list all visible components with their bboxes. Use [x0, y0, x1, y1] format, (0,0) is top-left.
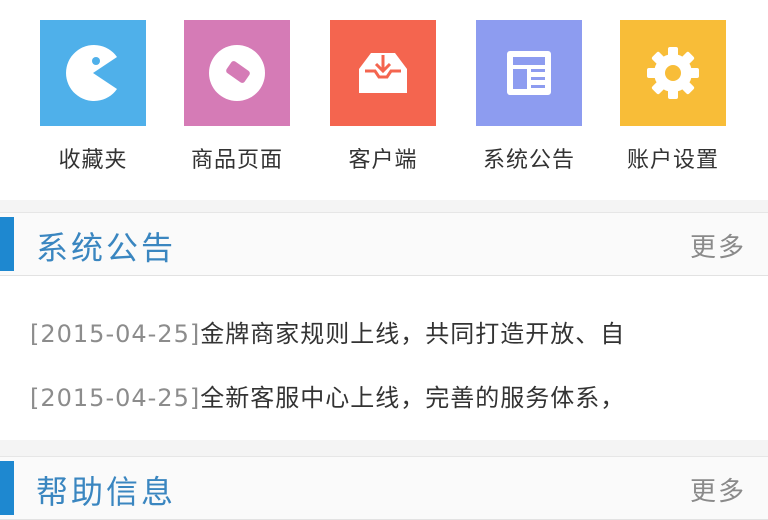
product-page-tile[interactable] [184, 20, 290, 126]
shortcut-grid: 收藏夹 商品页面 客户端 系统公告 账户设置 [0, 0, 768, 200]
announcements-header: 系统公告 更多 [0, 212, 768, 276]
shortcut-label-account-settings: 账户设置 [626, 148, 719, 173]
announcement-title: 金牌商家规则上线，共同打造开放、自 [200, 320, 626, 348]
favorites-tile[interactable] [40, 20, 146, 126]
announcements-title: 系统公告 [36, 229, 177, 267]
help-more-link[interactable]: 更多 [690, 471, 746, 508]
announcement-title: 全新客服中心上线，完善的服务体系， [200, 384, 626, 412]
announcement-list: [2015-04-25]金牌商家规则上线，共同打造开放、自 [2015-04-2… [0, 276, 768, 440]
announcements-more-link[interactable]: 更多 [690, 227, 746, 264]
help-title: 帮助信息 [36, 473, 177, 511]
account-settings-tile[interactable] [620, 20, 726, 126]
help-header: 帮助信息 更多 [0, 456, 768, 520]
section-accent-bar [0, 461, 14, 515]
shortcut-label-system-notice: 系统公告 [482, 148, 575, 173]
newspaper-icon [507, 51, 551, 95]
client-tile[interactable] [330, 20, 436, 126]
shortcut-label-product-page: 商品页面 [190, 148, 283, 173]
section-accent-bar [0, 217, 14, 271]
download-tray-icon [359, 53, 407, 93]
section-divider [0, 440, 768, 456]
tag-icon [209, 45, 265, 101]
list-item[interactable]: [2015-04-25]金牌商家规则上线，共同打造开放、自 [30, 314, 625, 350]
shortcut-label-client: 客户端 [348, 148, 418, 173]
section-divider [0, 200, 768, 212]
pacman-icon [66, 45, 117, 101]
gear-icon [647, 47, 699, 99]
announcement-date: [2015-04-25] [30, 320, 201, 348]
announcement-date: [2015-04-25] [30, 384, 201, 412]
system-notice-tile[interactable] [476, 20, 582, 126]
list-item[interactable]: [2015-04-25]全新客服中心上线，完善的服务体系， [30, 378, 625, 414]
shortcut-label-favorites: 收藏夹 [58, 148, 128, 173]
